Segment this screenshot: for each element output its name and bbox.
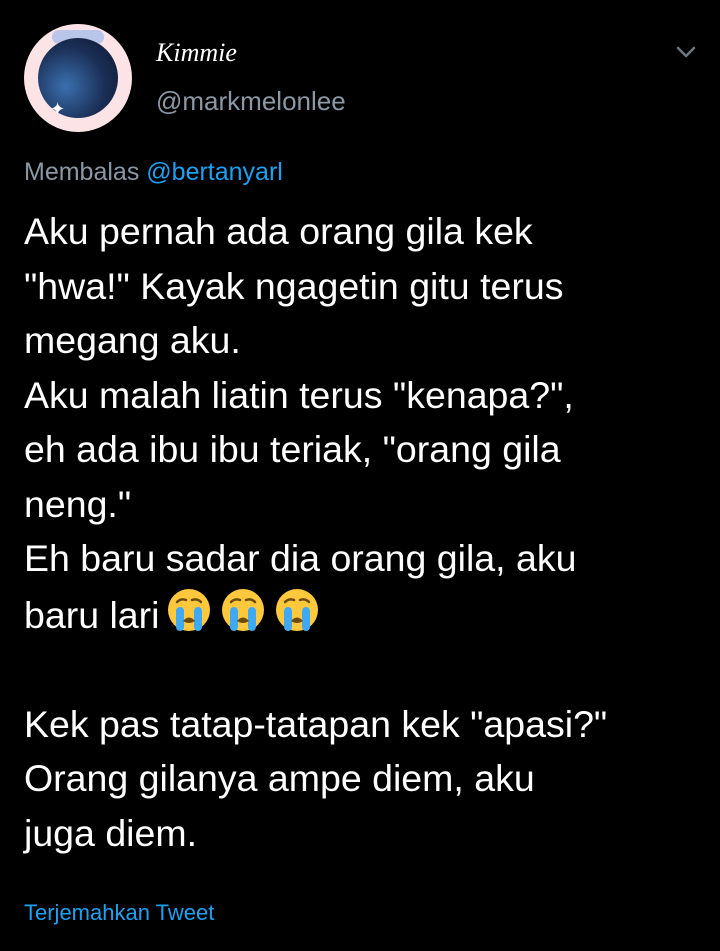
tweet-line: eh ada ibu ibu teriak, "orang gila (24, 428, 561, 470)
avatar[interactable]: ✦ (24, 24, 132, 132)
reply-context: Membalas @bertanyarl (24, 158, 283, 187)
tweet-line: Aku pernah ada orang gila kek (24, 210, 533, 252)
crying-face-emoji-icon (276, 588, 319, 631)
tweet-line: juga diem. (24, 811, 198, 854)
tweet-line: Orang gilanya ampe diem, aku (24, 757, 535, 799)
crying-face-emoji-icon (222, 588, 265, 631)
display-name[interactable]: Kimmie (156, 38, 237, 68)
tweet-line: Kek pas tatap-tatapan kek "apasi?" (24, 702, 608, 745)
tweet-line: baru lari (24, 593, 160, 636)
tweet-line: neng." (24, 482, 132, 525)
tweet-line: "hwa!" Kayak ngagetin gitu terus (24, 264, 564, 307)
user-handle[interactable]: @markmelonlee (156, 86, 346, 117)
chevron-down-icon[interactable] (672, 40, 700, 64)
tweet-line-with-emoji: baru lari (24, 586, 704, 643)
reply-prefix: Membalas (24, 158, 140, 186)
reply-mention-link[interactable]: @bertanyarl (146, 158, 283, 186)
tweet-text: Aku pernah ada orang gila kek "hwa!" Kay… (24, 204, 704, 860)
tweet-line: megang aku. (24, 319, 241, 361)
crying-face-emoji-icon (168, 588, 211, 631)
tweet-line: Eh baru sadar dia orang gila, aku (24, 537, 577, 579)
translate-tweet-link[interactable]: Terjemahkan Tweet (24, 900, 214, 926)
star-decoration-icon: ✦ (50, 99, 66, 120)
tweet-line: Aku malah liatin terus "kenapa?", (24, 373, 574, 416)
